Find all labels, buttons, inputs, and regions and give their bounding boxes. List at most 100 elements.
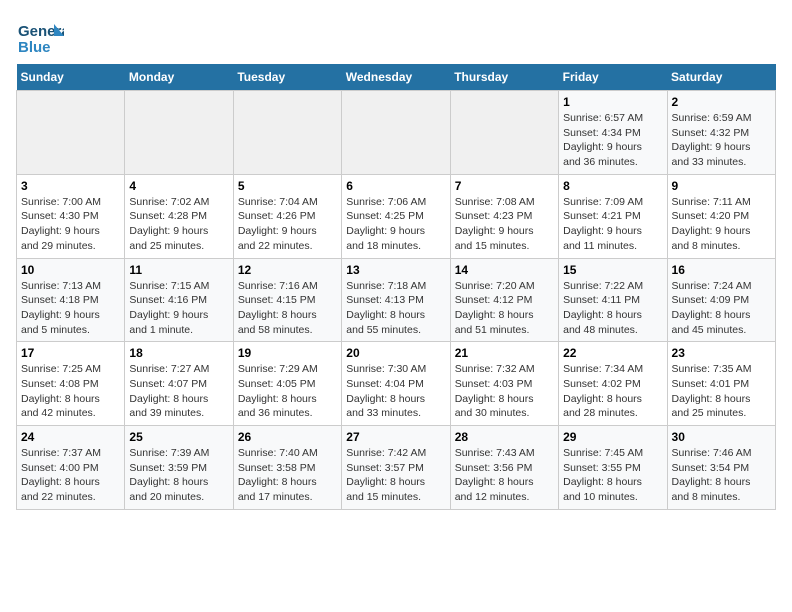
day-number: 7 xyxy=(455,179,554,193)
day-info: Sunrise: 7:18 AM Sunset: 4:13 PM Dayligh… xyxy=(346,279,445,338)
calendar-cell: 9 Sunrise: 7:11 AM Sunset: 4:20 PM Daylig… xyxy=(667,174,775,258)
calendar-week-row: 10 Sunrise: 7:13 AM Sunset: 4:18 PM Dayli… xyxy=(17,258,776,342)
calendar-cell: 21 Sunrise: 7:32 AM Sunset: 4:03 PM Dayli… xyxy=(450,342,558,426)
calendar-cell xyxy=(17,91,125,175)
day-number: 6 xyxy=(346,179,445,193)
day-number: 29 xyxy=(563,430,662,444)
day-number: 11 xyxy=(129,263,228,277)
day-number: 19 xyxy=(238,346,337,360)
calendar-cell: 20Sunrise: 7:30 AM Sunset: 4:04 PM Dayli… xyxy=(342,342,450,426)
day-number: 18 xyxy=(129,346,228,360)
calendar-cell: 15 Sunrise: 7:22 AM Sunset: 4:11 PM Dayli… xyxy=(559,258,667,342)
day-info: Sunrise: 7:16 AM Sunset: 4:15 PM Dayligh… xyxy=(238,279,337,338)
calendar-cell: 3 Sunrise: 7:00 AM Sunset: 4:30 PM Daylig… xyxy=(17,174,125,258)
day-info: Sunrise: 6:59 AM Sunset: 4:32 PM Dayligh… xyxy=(672,111,771,170)
calendar-week-row: 1 Sunrise: 6:57 AM Sunset: 4:34 PM Daylig… xyxy=(17,91,776,175)
day-number: 26 xyxy=(238,430,337,444)
day-info: Sunrise: 7:13 AM Sunset: 4:18 PM Dayligh… xyxy=(21,279,120,338)
calendar-week-row: 3 Sunrise: 7:00 AM Sunset: 4:30 PM Daylig… xyxy=(17,174,776,258)
day-info: Sunrise: 7:24 AM Sunset: 4:09 PM Dayligh… xyxy=(672,279,771,338)
day-number: 3 xyxy=(21,179,120,193)
day-info: Sunrise: 7:20 AM Sunset: 4:12 PM Dayligh… xyxy=(455,279,554,338)
day-number: 4 xyxy=(129,179,228,193)
day-number: 27 xyxy=(346,430,445,444)
page-header: General Blue xyxy=(16,16,776,56)
calendar-cell: 26 Sunrise: 7:40 AM Sunset: 3:58 PM Dayli… xyxy=(233,426,341,510)
calendar-week-row: 24 Sunrise: 7:37 AM Sunset: 4:00 PM Dayli… xyxy=(17,426,776,510)
day-number: 14 xyxy=(455,263,554,277)
day-number: 10 xyxy=(21,263,120,277)
day-info: Sunrise: 7:15 AM Sunset: 4:16 PM Dayligh… xyxy=(129,279,228,338)
day-number: 20 xyxy=(346,346,445,360)
calendar-cell: 4 Sunrise: 7:02 AM Sunset: 4:28 PM Daylig… xyxy=(125,174,233,258)
calendar-cell: 10 Sunrise: 7:13 AM Sunset: 4:18 PM Dayli… xyxy=(17,258,125,342)
day-number: 30 xyxy=(672,430,771,444)
day-number: 21 xyxy=(455,346,554,360)
day-info: Sunrise: 6:57 AM Sunset: 4:34 PM Dayligh… xyxy=(563,111,662,170)
calendar-table: SundayMondayTuesdayWednesdayThursdayFrid… xyxy=(16,64,776,510)
calendar-cell: 17 Sunrise: 7:25 AM Sunset: 4:08 PM Dayli… xyxy=(17,342,125,426)
calendar-cell: 28Sunrise: 7:43 AM Sunset: 3:56 PM Dayli… xyxy=(450,426,558,510)
day-number: 16 xyxy=(672,263,771,277)
day-number: 12 xyxy=(238,263,337,277)
calendar-cell: 30 Sunrise: 7:46 AM Sunset: 3:54 PM Dayli… xyxy=(667,426,775,510)
day-info: Sunrise: 7:02 AM Sunset: 4:28 PM Dayligh… xyxy=(129,195,228,254)
calendar-cell: 14 Sunrise: 7:20 AM Sunset: 4:12 PM Dayli… xyxy=(450,258,558,342)
calendar-cell: 29 Sunrise: 7:45 AM Sunset: 3:55 PM Dayli… xyxy=(559,426,667,510)
day-of-week-header: Saturday xyxy=(667,64,775,91)
day-number: 5 xyxy=(238,179,337,193)
calendar-header-row: SundayMondayTuesdayWednesdayThursdayFrid… xyxy=(17,64,776,91)
day-info: Sunrise: 7:32 AM Sunset: 4:03 PM Dayligh… xyxy=(455,362,554,421)
day-number: 8 xyxy=(563,179,662,193)
day-info: Sunrise: 7:46 AM Sunset: 3:54 PM Dayligh… xyxy=(672,446,771,505)
day-info: Sunrise: 7:00 AM Sunset: 4:30 PM Dayligh… xyxy=(21,195,120,254)
day-of-week-header: Wednesday xyxy=(342,64,450,91)
day-number: 23 xyxy=(672,346,771,360)
day-info: Sunrise: 7:35 AM Sunset: 4:01 PM Dayligh… xyxy=(672,362,771,421)
calendar-cell: 23 Sunrise: 7:35 AM Sunset: 4:01 PM Dayli… xyxy=(667,342,775,426)
logo-icon: General Blue xyxy=(16,16,64,56)
day-info: Sunrise: 7:45 AM Sunset: 3:55 PM Dayligh… xyxy=(563,446,662,505)
day-info: Sunrise: 7:37 AM Sunset: 4:00 PM Dayligh… xyxy=(21,446,120,505)
day-of-week-header: Friday xyxy=(559,64,667,91)
day-of-week-header: Monday xyxy=(125,64,233,91)
calendar-week-row: 17 Sunrise: 7:25 AM Sunset: 4:08 PM Dayli… xyxy=(17,342,776,426)
day-info: Sunrise: 7:11 AM Sunset: 4:20 PM Dayligh… xyxy=(672,195,771,254)
calendar-cell: 27Sunrise: 7:42 AM Sunset: 3:57 PM Dayli… xyxy=(342,426,450,510)
calendar-cell xyxy=(233,91,341,175)
day-info: Sunrise: 7:29 AM Sunset: 4:05 PM Dayligh… xyxy=(238,362,337,421)
day-info: Sunrise: 7:08 AM Sunset: 4:23 PM Dayligh… xyxy=(455,195,554,254)
calendar-cell: 13 Sunrise: 7:18 AM Sunset: 4:13 PM Dayli… xyxy=(342,258,450,342)
calendar-cell: 25 Sunrise: 7:39 AM Sunset: 3:59 PM Dayli… xyxy=(125,426,233,510)
calendar-cell xyxy=(450,91,558,175)
day-number: 24 xyxy=(21,430,120,444)
day-info: Sunrise: 7:04 AM Sunset: 4:26 PM Dayligh… xyxy=(238,195,337,254)
day-number: 2 xyxy=(672,95,771,109)
day-info: Sunrise: 7:39 AM Sunset: 3:59 PM Dayligh… xyxy=(129,446,228,505)
day-of-week-header: Sunday xyxy=(17,64,125,91)
calendar-cell: 8 Sunrise: 7:09 AM Sunset: 4:21 PM Daylig… xyxy=(559,174,667,258)
calendar-cell xyxy=(125,91,233,175)
day-info: Sunrise: 7:40 AM Sunset: 3:58 PM Dayligh… xyxy=(238,446,337,505)
day-number: 25 xyxy=(129,430,228,444)
day-info: Sunrise: 7:25 AM Sunset: 4:08 PM Dayligh… xyxy=(21,362,120,421)
calendar-cell: 18 Sunrise: 7:27 AM Sunset: 4:07 PM Dayli… xyxy=(125,342,233,426)
calendar-cell: 7 Sunrise: 7:08 AM Sunset: 4:23 PM Daylig… xyxy=(450,174,558,258)
calendar-cell: 5 Sunrise: 7:04 AM Sunset: 4:26 PM Daylig… xyxy=(233,174,341,258)
calendar-body: 1 Sunrise: 6:57 AM Sunset: 4:34 PM Daylig… xyxy=(17,91,776,510)
day-number: 17 xyxy=(21,346,120,360)
svg-text:Blue: Blue xyxy=(18,39,51,56)
calendar-cell: 19 Sunrise: 7:29 AM Sunset: 4:05 PM Dayli… xyxy=(233,342,341,426)
day-number: 13 xyxy=(346,263,445,277)
day-of-week-header: Tuesday xyxy=(233,64,341,91)
calendar-cell: 16 Sunrise: 7:24 AM Sunset: 4:09 PM Dayli… xyxy=(667,258,775,342)
day-of-week-header: Thursday xyxy=(450,64,558,91)
day-number: 15 xyxy=(563,263,662,277)
day-info: Sunrise: 7:27 AM Sunset: 4:07 PM Dayligh… xyxy=(129,362,228,421)
day-info: Sunrise: 7:09 AM Sunset: 4:21 PM Dayligh… xyxy=(563,195,662,254)
day-number: 9 xyxy=(672,179,771,193)
logo: General Blue xyxy=(16,16,68,56)
day-info: Sunrise: 7:22 AM Sunset: 4:11 PM Dayligh… xyxy=(563,279,662,338)
day-info: Sunrise: 7:43 AM Sunset: 3:56 PM Dayligh… xyxy=(455,446,554,505)
day-number: 1 xyxy=(563,95,662,109)
